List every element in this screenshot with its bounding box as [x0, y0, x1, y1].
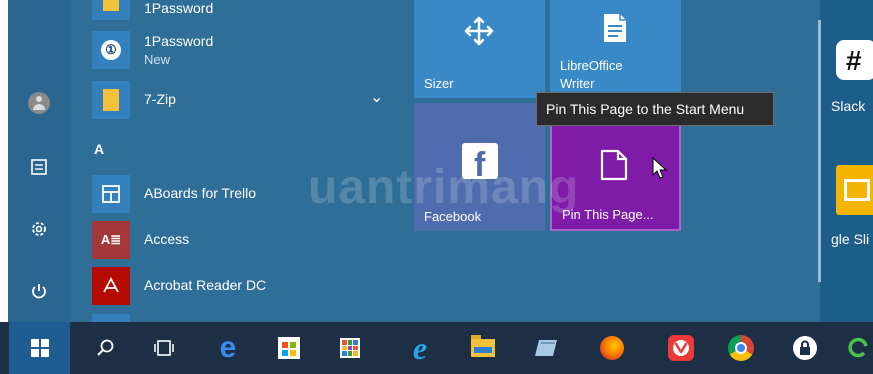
- windows-logo-icon: [30, 339, 49, 357]
- vivaldi-icon: [668, 335, 694, 361]
- left-rail: [8, 0, 70, 322]
- edge-button[interactable]: e: [203, 322, 253, 374]
- app-name: Acrobat Reader DC: [144, 277, 267, 293]
- watermark-text: uantrimang: [308, 161, 580, 214]
- app-partial-bottom[interactable]: [92, 314, 130, 322]
- slack-label: Slack: [831, 98, 866, 114]
- acrobat-icon: [92, 267, 130, 305]
- tile-label-line2: Writer: [560, 76, 595, 91]
- app-7zip[interactable]: 7-Zip ⌄: [92, 81, 392, 119]
- firefox-button[interactable]: [587, 322, 637, 374]
- access-icon: A≣: [92, 221, 130, 259]
- app-grid-icon: [340, 338, 360, 358]
- store-button[interactable]: [264, 322, 314, 374]
- documents-icon: [31, 159, 47, 175]
- edge-icon: e: [219, 331, 237, 364]
- power-button[interactable]: [22, 274, 56, 308]
- search-icon: [97, 339, 114, 356]
- app-acrobat[interactable]: Acrobat Reader DC: [92, 267, 392, 305]
- sync-icon: [848, 337, 868, 358]
- firefox-icon: [600, 336, 624, 360]
- 1password-folder-icon: [92, 0, 130, 20]
- app-name: 1Password: [144, 0, 214, 16]
- tile-label-line1: LibreOffice: [560, 58, 623, 73]
- notes-app-button[interactable]: [522, 322, 572, 374]
- vivaldi-button[interactable]: [656, 322, 706, 374]
- app-name: 7-Zip: [144, 91, 176, 107]
- start-button[interactable]: [9, 322, 70, 374]
- app-new-label: New: [144, 52, 171, 67]
- chrome-icon: [728, 335, 754, 361]
- tile-label: Sizer: [424, 76, 454, 91]
- store-icon: [278, 337, 300, 359]
- task-view-button[interactable]: [139, 322, 189, 374]
- screen: # Slack gle Sli 1Password ① 1Password Ne…: [0, 0, 873, 374]
- documents-button[interactable]: [22, 150, 56, 184]
- search-button[interactable]: [80, 322, 130, 374]
- app-name: ABoards for Trello: [144, 185, 257, 201]
- notes-app-icon: [535, 340, 557, 356]
- start-menu: 1Password ① 1Password New 7-Zip ⌄ A ABoa…: [8, 0, 820, 322]
- section-letter[interactable]: A: [94, 141, 104, 157]
- task-view-icon: [154, 340, 174, 356]
- internet-explorer-button[interactable]: e: [395, 322, 445, 374]
- scrollbar[interactable]: [818, 20, 821, 282]
- chrome-button[interactable]: [716, 322, 766, 374]
- user-avatar-icon: [28, 92, 50, 114]
- chevron-down-icon[interactable]: ⌄: [370, 87, 383, 107]
- app-name: 1Password: [144, 33, 214, 49]
- 1password-taskbar-button[interactable]: [780, 322, 830, 374]
- sync-app-button[interactable]: [843, 322, 873, 374]
- libreoffice-writer-tile[interactable]: LibreOffice Writer: [550, 0, 681, 98]
- aboards-icon: [92, 175, 130, 213]
- app-grid-button[interactable]: [325, 322, 375, 374]
- google-slides-tile[interactable]: [836, 165, 873, 215]
- app-name: Access: [144, 231, 190, 247]
- slack-icon: #: [846, 45, 862, 76]
- lock-icon: [793, 336, 817, 360]
- writer-document-icon: [604, 14, 626, 42]
- desktop-area-right: #: [820, 0, 873, 322]
- power-icon: [32, 284, 46, 299]
- gear-icon: [32, 222, 46, 236]
- slack-tile[interactable]: #: [836, 40, 873, 80]
- move-arrows-icon: [464, 16, 494, 46]
- internet-explorer-icon: e: [412, 329, 428, 366]
- app-access[interactable]: A≣ Access: [92, 221, 392, 259]
- slides-icon: [844, 179, 870, 201]
- page-icon: [600, 149, 628, 181]
- app-1password[interactable]: ① 1Password New: [92, 31, 392, 69]
- folder-icon: [92, 81, 130, 119]
- 1password-icon: ①: [92, 31, 130, 69]
- file-explorer-button[interactable]: [458, 322, 508, 374]
- mouse-cursor-icon: [652, 157, 668, 179]
- settings-button[interactable]: [22, 212, 56, 246]
- sizer-tile[interactable]: Sizer: [414, 0, 545, 98]
- app-1password-header[interactable]: 1Password: [92, 0, 392, 20]
- taskbar: e e: [0, 322, 873, 374]
- tooltip: Pin This Page to the Start Menu: [536, 92, 774, 126]
- folder-icon: [471, 335, 495, 357]
- svg-text:#: #: [846, 45, 862, 76]
- slides-label: gle Sli: [831, 231, 870, 247]
- user-account-button[interactable]: [22, 86, 56, 120]
